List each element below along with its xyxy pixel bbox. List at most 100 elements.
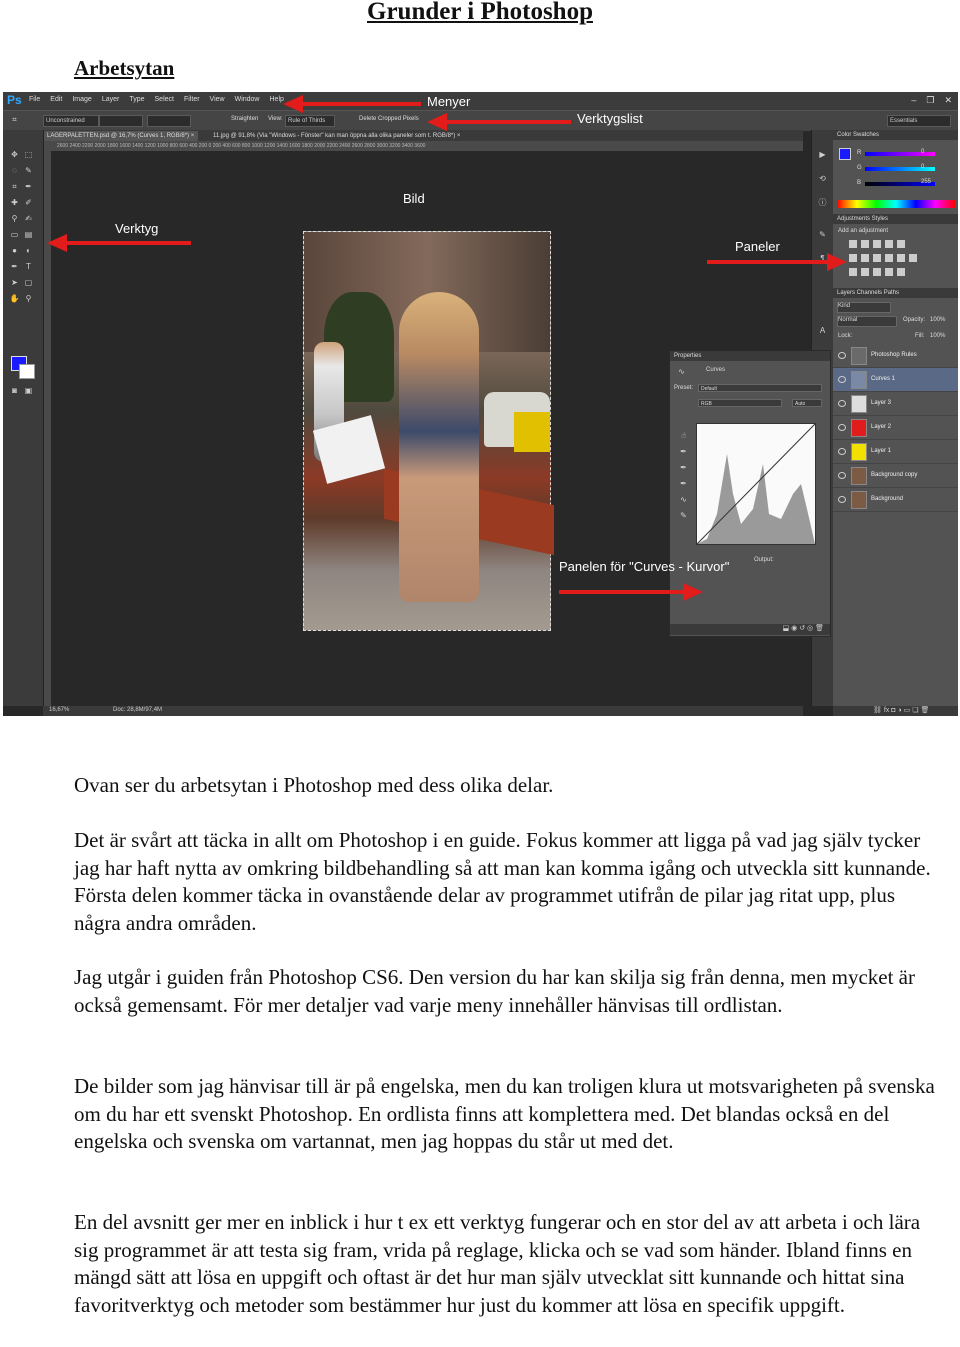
curves-icon[interactable] <box>873 240 881 248</box>
brush-tool-icon[interactable]: ✐ <box>23 198 34 208</box>
eye-icon[interactable] <box>838 472 846 479</box>
color-b-value[interactable]: 255 <box>921 179 931 185</box>
layer-kind-filter[interactable]: Kind <box>837 302 891 313</box>
channel-select[interactable]: RGB <box>698 399 782 407</box>
blur-icon[interactable]: ● <box>9 246 20 256</box>
eyedropper-icon[interactable]: ✒ <box>23 182 34 192</box>
quick-select-icon[interactable]: ✎ <box>23 166 34 176</box>
posterize-icon[interactable] <box>861 268 869 276</box>
pencil-icon[interactable]: ✎ <box>678 511 689 521</box>
marquee-tool-icon[interactable]: ⬚ <box>23 150 34 160</box>
history-icon[interactable]: ⟲ <box>817 174 828 184</box>
link-icon[interactable]: ⛓ <box>873 707 882 714</box>
delete-cropped-checkbox[interactable]: Delete Cropped Pixels <box>359 116 419 122</box>
trash-icon[interactable]: 🗑 <box>920 707 929 714</box>
folder-icon[interactable]: ▭ <box>904 707 911 714</box>
curves-graph[interactable] <box>696 423 816 545</box>
background-color-swatch[interactable] <box>19 364 35 379</box>
tab-11jpg[interactable]: 11.jpg @ 91,8% (Via "Windows - Fönster" … <box>209 131 464 141</box>
new-layer-icon[interactable]: ❏ <box>912 707 918 714</box>
color-panel-tabs[interactable]: Color Swatches <box>833 130 958 140</box>
clip-icon[interactable]: ⬓ <box>783 625 790 632</box>
delete-icon[interactable]: 🗑 <box>815 625 824 632</box>
screen-mode-icon[interactable]: ▣ <box>23 386 34 396</box>
menu-select[interactable]: Select <box>155 96 174 103</box>
layer-row[interactable]: Curves 1 <box>833 368 958 392</box>
adjustments-panel-tabs[interactable]: Adjustments Styles <box>833 214 958 224</box>
channel-mixer-icon[interactable] <box>897 254 905 262</box>
auto-button[interactable]: Auto <box>792 399 822 407</box>
tab-lagerpaletten[interactable]: LAGERPALETTEN.psd @ 16,7% (Curves 1, RGB… <box>43 131 199 141</box>
view-previous-icon[interactable]: ◉ <box>791 625 797 632</box>
eye-icon[interactable] <box>838 424 846 431</box>
ratio-select[interactable]: Unconstrained <box>43 115 99 127</box>
fill-value[interactable]: 100% <box>930 333 945 339</box>
canvas-photo[interactable] <box>303 231 554 631</box>
on-image-adjust-icon[interactable]: ☝ <box>678 431 689 441</box>
vibrance-icon[interactable] <box>897 240 905 248</box>
character-icon[interactable]: A <box>817 326 828 336</box>
photo-filter-icon[interactable] <box>885 254 893 262</box>
workspace-select[interactable]: Essentials <box>887 115 951 127</box>
menu-window[interactable]: Window <box>235 96 260 103</box>
opacity-value[interactable]: 100% <box>930 317 945 323</box>
menu-image[interactable]: Image <box>72 96 91 103</box>
invert-icon[interactable] <box>849 268 857 276</box>
levels-icon[interactable] <box>861 240 869 248</box>
eye-icon[interactable] <box>838 376 846 383</box>
eye-icon[interactable] <box>838 400 846 407</box>
height-field[interactable] <box>147 115 191 127</box>
layer-row[interactable]: Layer 2 <box>833 416 958 440</box>
layers-panel-tabs[interactable]: Layers Channels Paths <box>833 288 958 298</box>
minimize-icon[interactable]: – <box>911 95 916 106</box>
restore-icon[interactable]: ❐ <box>926 95 934 106</box>
bw-icon[interactable] <box>873 254 881 262</box>
straighten-button[interactable]: Straighten <box>231 116 258 122</box>
eye-icon[interactable] <box>838 448 846 455</box>
lookup-icon[interactable] <box>909 254 917 262</box>
hand-tool-icon[interactable]: ✋ <box>9 294 20 304</box>
dodge-icon[interactable]: ◐ <box>23 246 34 256</box>
reset-icon[interactable]: ↺ <box>799 625 805 632</box>
zoom-tool-icon[interactable]: ⚲ <box>23 294 34 304</box>
zoom-level[interactable]: 16,67% <box>49 707 69 713</box>
gradient-icon[interactable]: ▤ <box>23 230 34 240</box>
pen-tool-icon[interactable]: ✒ <box>9 262 20 272</box>
layer-row[interactable]: Layer 1 <box>833 440 958 464</box>
width-field[interactable] <box>99 115 143 127</box>
color-balance-icon[interactable] <box>861 254 869 262</box>
threshold-icon[interactable] <box>873 268 881 276</box>
color-spectrum[interactable] <box>837 200 955 208</box>
curves-adjust-icon[interactable]: ∿ <box>676 367 687 377</box>
move-tool-icon[interactable]: ✥ <box>9 150 20 160</box>
close-icon[interactable]: ✕ <box>944 95 952 106</box>
preset-select[interactable]: Default <box>698 384 822 392</box>
menu-filter[interactable]: Filter <box>184 96 200 103</box>
layer-row[interactable]: Background <box>833 488 958 512</box>
gradient-map-icon[interactable] <box>885 268 893 276</box>
selective-color-icon[interactable] <box>897 268 905 276</box>
menu-layer[interactable]: Layer <box>102 96 120 103</box>
healing-brush-icon[interactable]: ✚ <box>9 198 20 208</box>
menu-type[interactable]: Type <box>129 96 144 103</box>
quick-mask-icon[interactable]: ◙ <box>9 386 20 396</box>
lasso-tool-icon[interactable]: ◌ <box>9 166 20 176</box>
color-r-slider[interactable] <box>865 152 935 156</box>
color-g-slider[interactable] <box>865 167 935 171</box>
fx-icon[interactable]: fx <box>884 707 889 714</box>
shape-tool-icon[interactable]: ▢ <box>23 278 34 288</box>
mask-icon[interactable]: ◘ <box>891 707 895 714</box>
brush-panel-icon[interactable]: ✎ <box>817 230 828 240</box>
color-panel-fg[interactable] <box>839 148 851 160</box>
layer-row[interactable]: Layer 3 <box>833 392 958 416</box>
info-icon[interactable]: ⓘ <box>817 198 828 208</box>
menu-view[interactable]: View <box>210 96 225 103</box>
play-icon[interactable]: ▶ <box>817 150 828 160</box>
blend-mode-select[interactable]: Normal <box>837 316 897 327</box>
hue-icon[interactable] <box>849 254 857 262</box>
new-adjustment-icon[interactable]: ◑ <box>897 707 901 714</box>
menu-edit[interactable]: Edit <box>50 96 62 103</box>
color-r-value[interactable]: 0 <box>921 149 924 155</box>
color-g-value[interactable]: 0 <box>921 164 924 170</box>
eye-icon[interactable] <box>838 352 846 359</box>
